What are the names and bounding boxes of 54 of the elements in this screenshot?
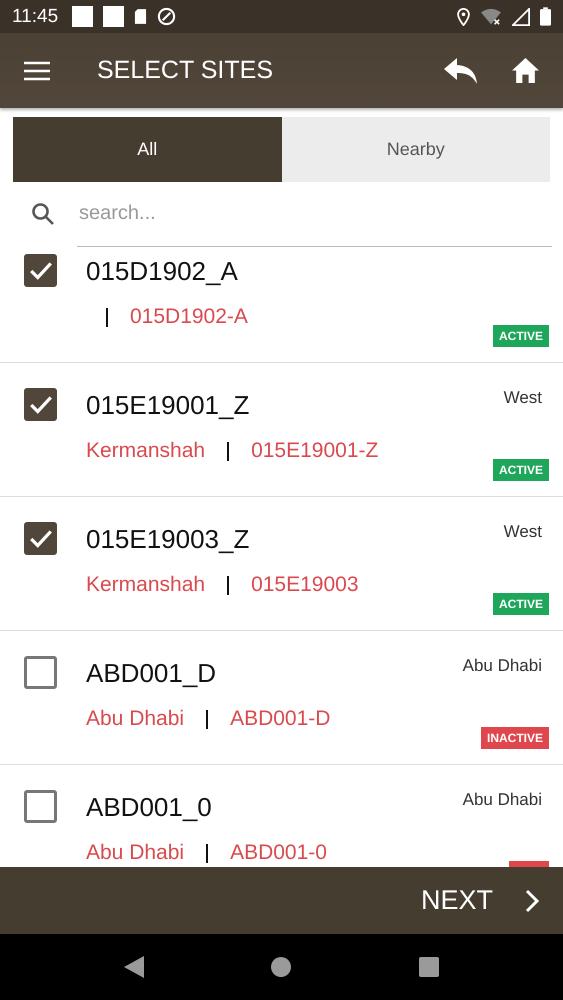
checkbox[interactable] bbox=[24, 522, 57, 555]
sd-card-icon bbox=[134, 8, 148, 25]
site-region: Abu Dhabi bbox=[462, 656, 542, 676]
tab[interactable]: Nearby bbox=[282, 117, 550, 182]
checkbox[interactable] bbox=[24, 790, 57, 823]
site-name: 015E19003_Z bbox=[86, 524, 250, 555]
notification-icon bbox=[103, 6, 124, 27]
back-icon[interactable] bbox=[124, 956, 144, 978]
site-region: West bbox=[504, 522, 542, 542]
menu-icon[interactable] bbox=[24, 60, 50, 80]
checkbox[interactable] bbox=[24, 388, 57, 421]
no-disturb-icon bbox=[157, 7, 176, 26]
tab[interactable]: All bbox=[13, 117, 282, 182]
reply-icon[interactable] bbox=[444, 58, 478, 84]
checkbox[interactable] bbox=[24, 656, 57, 689]
site-name: 015E19001_Z bbox=[86, 390, 250, 421]
separator bbox=[227, 576, 230, 594]
site-name: ABD001_0 bbox=[86, 792, 213, 823]
wifi-off-icon bbox=[480, 8, 502, 26]
status-badge: ACTIVE bbox=[492, 459, 549, 481]
site-code: ABD001-D bbox=[230, 707, 330, 731]
site-code: 015E19001-Z bbox=[251, 439, 378, 463]
home-circle-icon[interactable] bbox=[271, 957, 292, 977]
next-button[interactable]: NEXT bbox=[420, 885, 563, 916]
status-badge: ACTIVE bbox=[492, 593, 549, 615]
separator bbox=[227, 442, 230, 460]
location-icon bbox=[457, 8, 470, 26]
separator bbox=[206, 844, 208, 862]
checkbox[interactable] bbox=[24, 254, 57, 287]
notification-icon bbox=[72, 6, 94, 27]
search-icon bbox=[31, 202, 55, 226]
site-name: ABD001_D bbox=[86, 658, 218, 689]
separator bbox=[106, 308, 108, 326]
site-city: Kermanshah bbox=[86, 573, 206, 597]
battery-icon bbox=[540, 7, 551, 26]
site-code: 015E19003 bbox=[251, 573, 359, 597]
site-city: Abu Dhabi bbox=[86, 841, 184, 865]
search-field[interactable]: search... bbox=[77, 182, 552, 246]
screen-title: SELECT SITES bbox=[97, 56, 274, 85]
site-city: Kermanshah bbox=[86, 439, 206, 463]
site-region: West bbox=[504, 388, 542, 408]
separator bbox=[206, 710, 208, 728]
status-badge: ACTIVE bbox=[492, 325, 549, 347]
site-city: Abu Dhabi bbox=[86, 707, 184, 731]
clock-time: 11:45 bbox=[12, 6, 58, 28]
status-badge: INACTIVE bbox=[480, 727, 549, 749]
signal-icon bbox=[512, 8, 530, 26]
home-icon[interactable] bbox=[512, 58, 539, 83]
site-name: 015D1902_A bbox=[86, 256, 239, 287]
site-code: 015D1902-A bbox=[130, 305, 248, 329]
chevron-right-icon bbox=[525, 888, 539, 912]
site-code: ABD001-0 bbox=[230, 841, 327, 865]
site-region: Abu Dhabi bbox=[462, 790, 542, 810]
recents-icon[interactable] bbox=[419, 957, 440, 977]
